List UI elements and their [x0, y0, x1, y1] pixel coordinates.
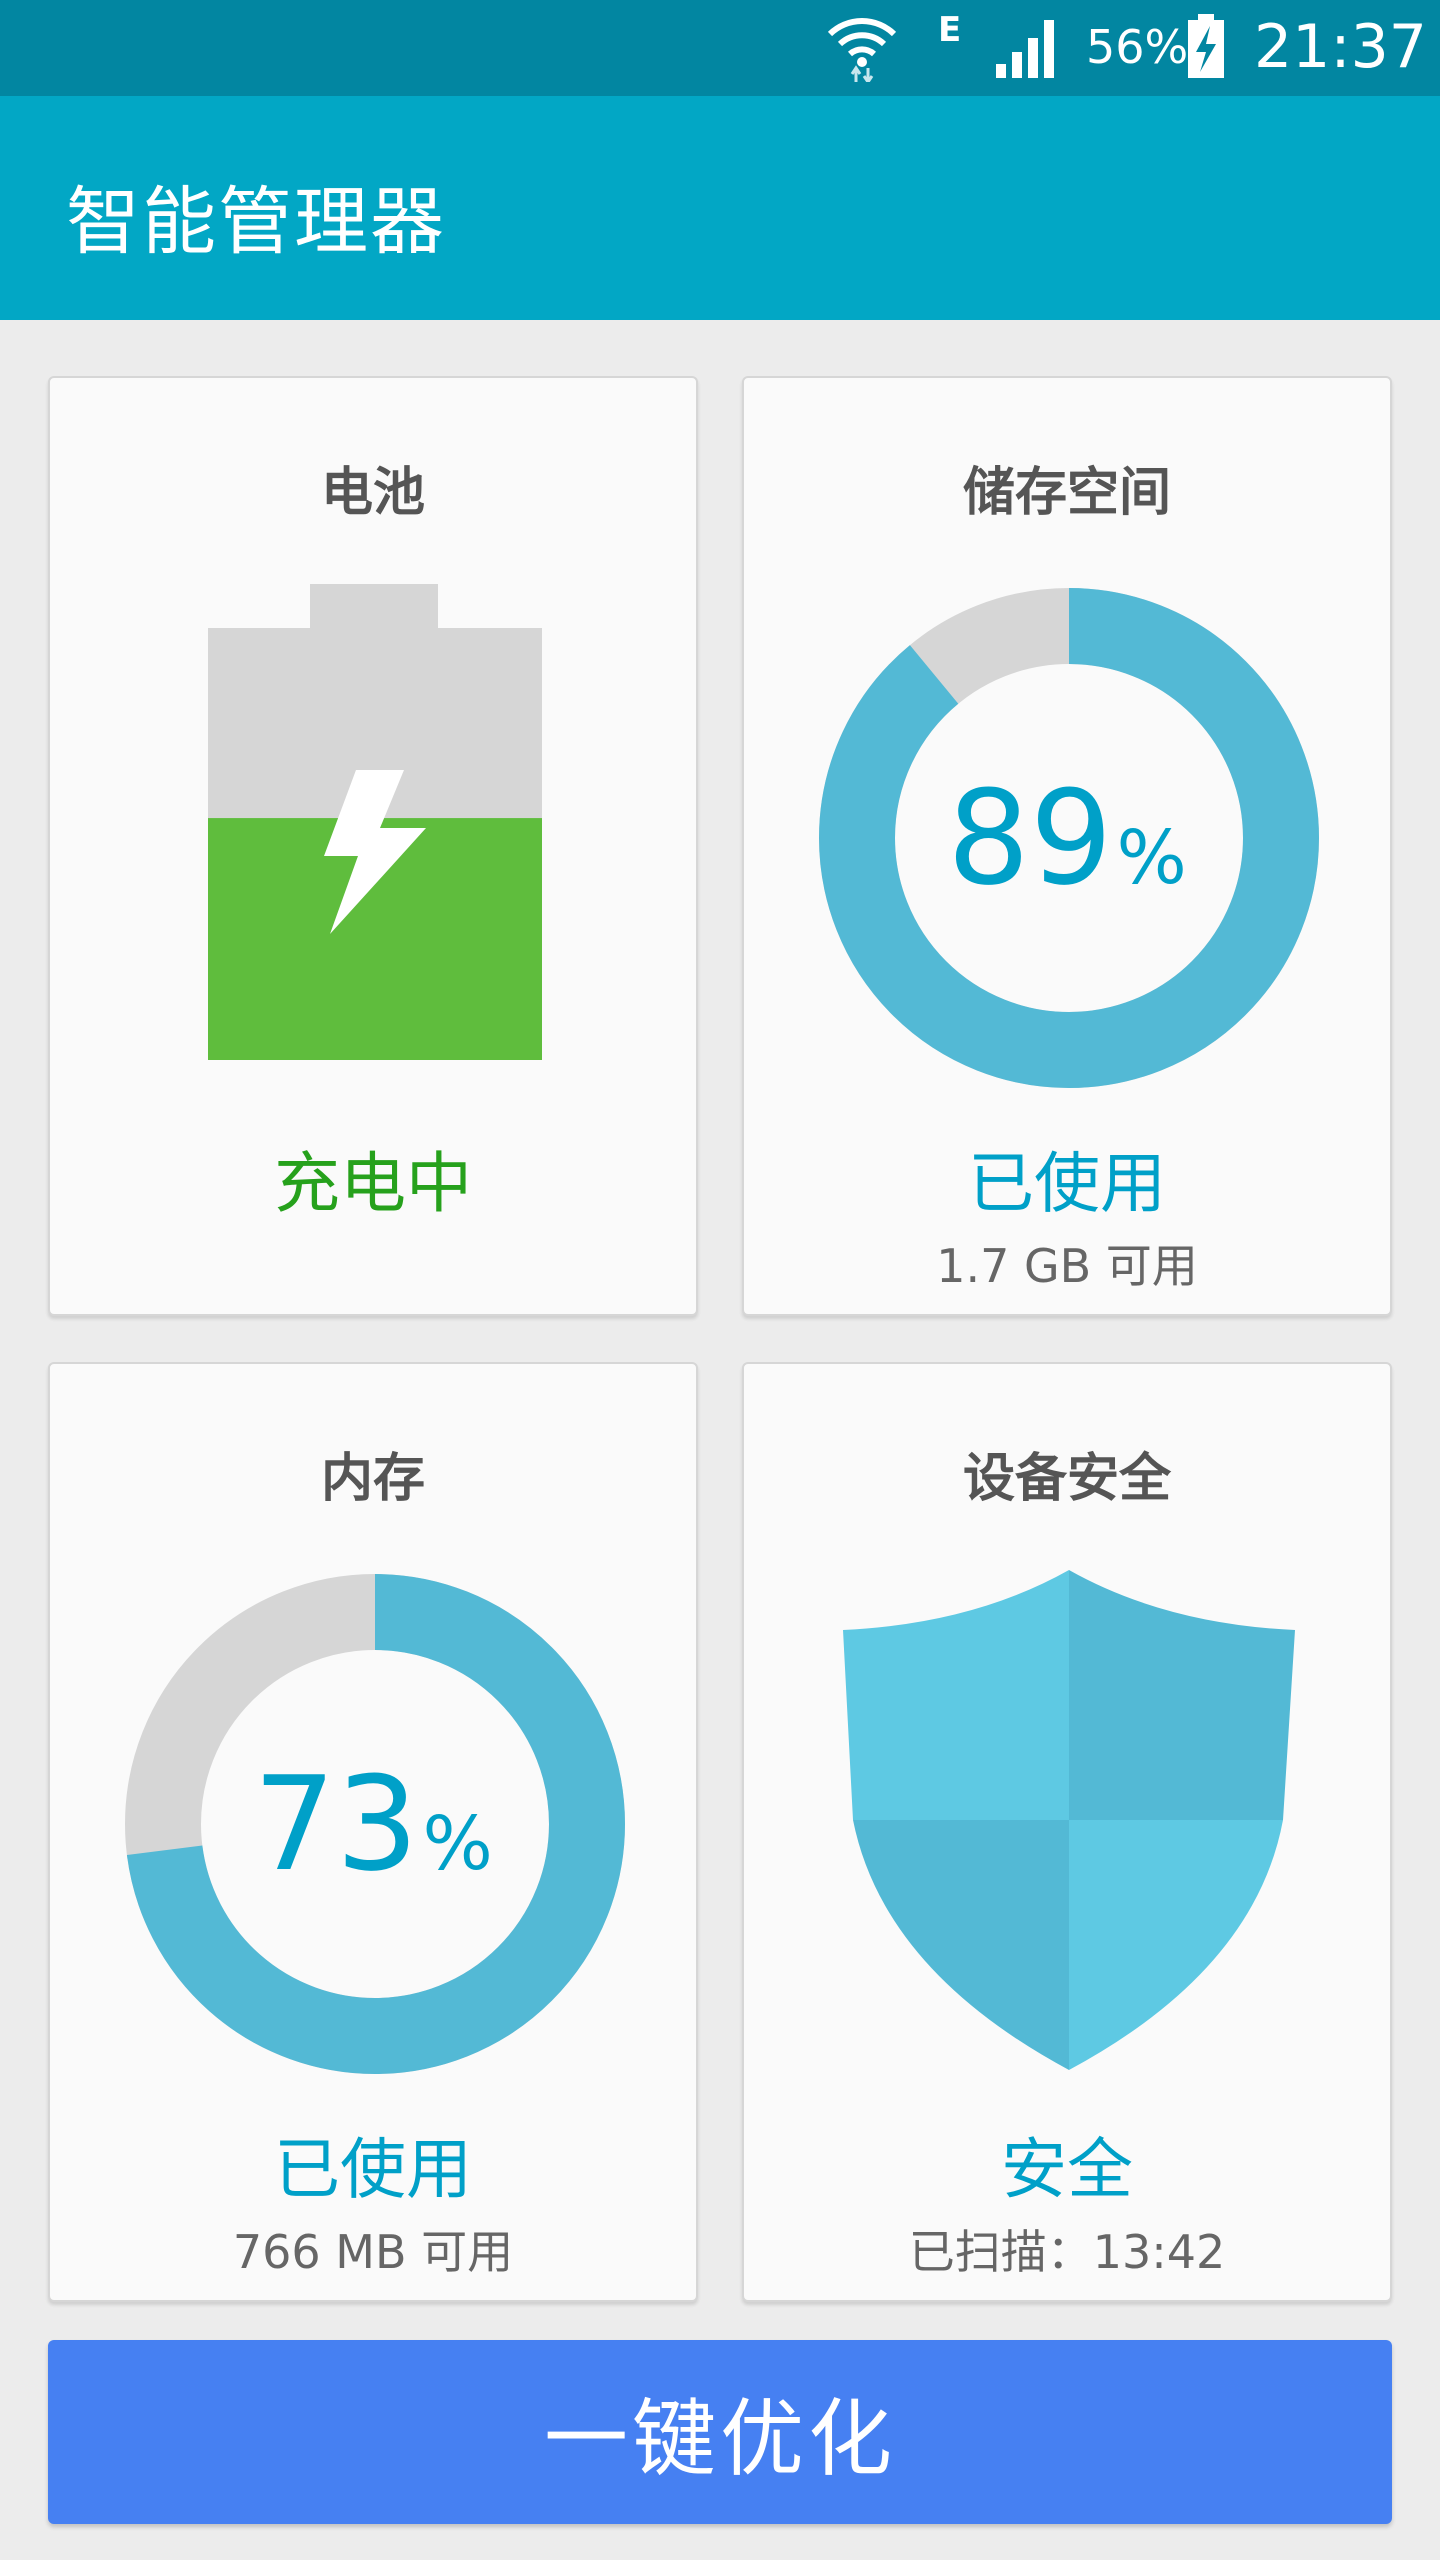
battery-charging-icon: [208, 584, 542, 1060]
card-title: 内存: [320, 1449, 425, 1509]
status-bar: E 56% 21:37: [0, 0, 1440, 96]
card-title: 储存空间: [962, 463, 1171, 523]
shield-icon: [843, 1570, 1295, 2070]
app-bar: 智能管理器: [0, 96, 1440, 320]
security-card[interactable]: 设备安全 安全 已扫描：13:42: [742, 1362, 1392, 2302]
card-title: 设备安全: [962, 1449, 1171, 1509]
battery-percent: 56%: [1086, 20, 1189, 74]
storage-card[interactable]: 储存空间 89% 已使用 1.7 GB 可用: [742, 376, 1392, 1316]
memory-available: 766 MB 可用: [232, 2225, 514, 2279]
wifi-icon: [827, 18, 897, 82]
memory-percent: 73%: [253, 1748, 493, 1900]
signal-icon: [996, 20, 1054, 78]
battery-charging-icon: [1188, 14, 1224, 78]
storage-available: 1.7 GB 可用: [936, 1239, 1198, 1293]
battery-status: 充电中: [274, 1145, 472, 1222]
network-type-indicator: E: [938, 10, 962, 50]
security-status: 安全: [1001, 2131, 1133, 2208]
card-title: 电池: [320, 463, 425, 523]
storage-status: 已使用: [968, 1145, 1166, 1222]
clock: 21:37: [1254, 12, 1427, 82]
storage-percent: 89%: [947, 762, 1187, 914]
last-scan-time: 已扫描：13:42: [908, 2225, 1226, 2279]
memory-status: 已使用: [274, 2131, 472, 2208]
app-title: 智能管理器: [66, 179, 446, 265]
optimize-button[interactable]: 一键优化: [48, 2340, 1392, 2524]
battery-card[interactable]: 电池 充电中: [48, 376, 698, 1316]
memory-card[interactable]: 内存 73% 已使用 766 MB 可用: [48, 1362, 698, 2302]
